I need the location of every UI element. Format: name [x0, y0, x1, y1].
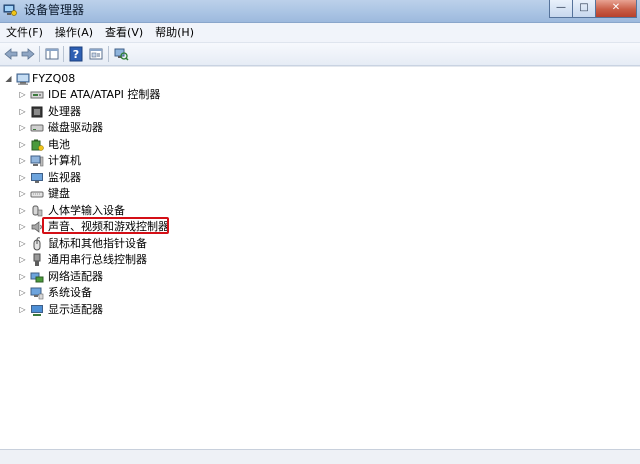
disk-drive-icon — [30, 124, 44, 132]
forward-arrow-icon[interactable] — [20, 46, 36, 62]
display-adapter-icon — [31, 304, 43, 316]
expand-arrow-icon[interactable]: ▷ — [18, 203, 27, 219]
expand-arrow-icon[interactable]: ▷ — [18, 219, 27, 235]
tree-item-label: IDE ATA/ATAPI 控制器 — [48, 88, 161, 101]
battery-icon — [31, 139, 44, 151]
tree-item-label: 鼠标和其他指针设备 — [48, 236, 147, 250]
maximize-button[interactable]: □ — [573, 0, 596, 18]
help-icon[interactable]: ? — [68, 46, 84, 62]
tree-item-label: 显示适配器 — [48, 302, 103, 316]
tree-item-label: 计算机 — [48, 154, 81, 167]
expand-arrow-icon[interactable]: ▷ — [18, 186, 27, 202]
tree-root-label: FYZQ08 — [32, 72, 76, 85]
usb-icon — [33, 253, 41, 266]
expand-arrow-icon[interactable]: ▷ — [18, 87, 27, 103]
tree-item[interactable]: ▷ 系统设备 — [0, 285, 640, 301]
computer-icon — [30, 155, 44, 167]
collapse-arrow-icon[interactable]: ◢ — [4, 71, 13, 87]
tree-item-label: 电池 — [48, 137, 70, 151]
monitor-icon — [31, 172, 43, 183]
scan-hardware-changes-icon[interactable] — [113, 46, 129, 62]
tree-item[interactable]: ▷ 键盘 — [0, 186, 640, 202]
menu-bar: 文件(F) 操作(A) 查看(V) 帮助(H) — [0, 23, 640, 43]
expand-arrow-icon[interactable]: ▷ — [18, 120, 27, 136]
window-controls: — □ ✕ — [549, 0, 637, 19]
tree-item[interactable]: ▷ 电池 — [0, 137, 640, 153]
network-adapter-icon — [30, 272, 44, 282]
status-bar — [0, 449, 640, 464]
expand-arrow-icon[interactable]: ▷ — [18, 302, 27, 318]
tree-item-label: 网络适配器 — [48, 269, 103, 283]
device-tree-panel: ◢ FYZQ08 ▷ IDE ATA/ATAPI 控制器 ▷ 处理器 ▷ 磁盘驱动器 ▷ 电池… — [0, 66, 640, 450]
tree-item[interactable]: ▷ 显示适配器 — [0, 302, 640, 318]
show-hide-console-tree-icon[interactable] — [44, 46, 60, 62]
expand-arrow-icon[interactable]: ▷ — [18, 137, 27, 153]
tree-item[interactable]: ▷ 监视器 — [0, 170, 640, 186]
mouse-icon — [33, 236, 41, 250]
expand-arrow-icon[interactable]: ▷ — [18, 269, 27, 285]
back-arrow-icon[interactable] — [3, 46, 19, 62]
menu-file[interactable]: 文件(F) — [0, 24, 49, 41]
window-title: 设备管理器 — [24, 3, 85, 17]
toolbar-separator — [39, 46, 40, 62]
device-manager-icon — [3, 4, 17, 16]
tree-item[interactable]: ▷ 网络适配器 — [0, 269, 640, 285]
tree-item[interactable]: ▷ 鼠标和其他指针设备 — [0, 236, 640, 252]
keyboard-icon — [30, 191, 44, 198]
hid-icon — [32, 205, 43, 216]
computer-icon — [16, 73, 30, 85]
tree-item[interactable]: ▷ 计算机 — [0, 153, 640, 169]
tree-item[interactable]: ▷ 磁盘驱动器 — [0, 120, 640, 136]
svg-text:?: ? — [73, 48, 79, 61]
menu-action[interactable]: 操作(A) — [49, 24, 99, 41]
tree-item-label: 磁盘驱动器 — [48, 121, 103, 134]
tree-item-label: 处理器 — [48, 104, 81, 118]
expand-arrow-icon[interactable]: ▷ — [18, 170, 27, 186]
tree-root-node[interactable]: ◢ FYZQ08 — [0, 71, 120, 87]
tree-item-label: 键盘 — [48, 187, 70, 200]
menu-view[interactable]: 查看(V) — [99, 24, 149, 41]
tree-item-label: 系统设备 — [48, 286, 92, 299]
properties-icon[interactable] — [88, 46, 104, 62]
tree-item-label: 通用串行总线控制器 — [48, 253, 147, 266]
title-bar[interactable]: 设备管理器 — □ ✕ — [0, 0, 640, 23]
system-devices-icon — [30, 287, 44, 300]
expand-arrow-icon[interactable]: ▷ — [18, 252, 27, 268]
close-button[interactable]: ✕ — [596, 0, 637, 18]
expand-arrow-icon[interactable]: ▷ — [18, 236, 27, 252]
tree-item[interactable]: ▷ IDE ATA/ATAPI 控制器 — [0, 87, 640, 103]
highlight-annotation — [42, 217, 169, 234]
ide-controller-icon — [30, 91, 44, 99]
expand-arrow-icon[interactable]: ▷ — [18, 104, 27, 120]
tree-item[interactable]: ▷ 处理器 — [0, 104, 640, 120]
processor-icon — [31, 106, 43, 117]
menu-help[interactable]: 帮助(H) — [149, 24, 200, 41]
toolbar: ? — [0, 43, 640, 66]
minimize-button[interactable]: — — [549, 0, 573, 18]
tree-item-label: 监视器 — [48, 170, 81, 184]
toolbar-separator — [63, 46, 64, 62]
expand-arrow-icon[interactable]: ▷ — [18, 153, 27, 169]
expand-arrow-icon[interactable]: ▷ — [18, 285, 27, 301]
toolbar-separator — [108, 46, 109, 62]
tree-item[interactable]: ▷ 通用串行总线控制器 — [0, 252, 640, 268]
